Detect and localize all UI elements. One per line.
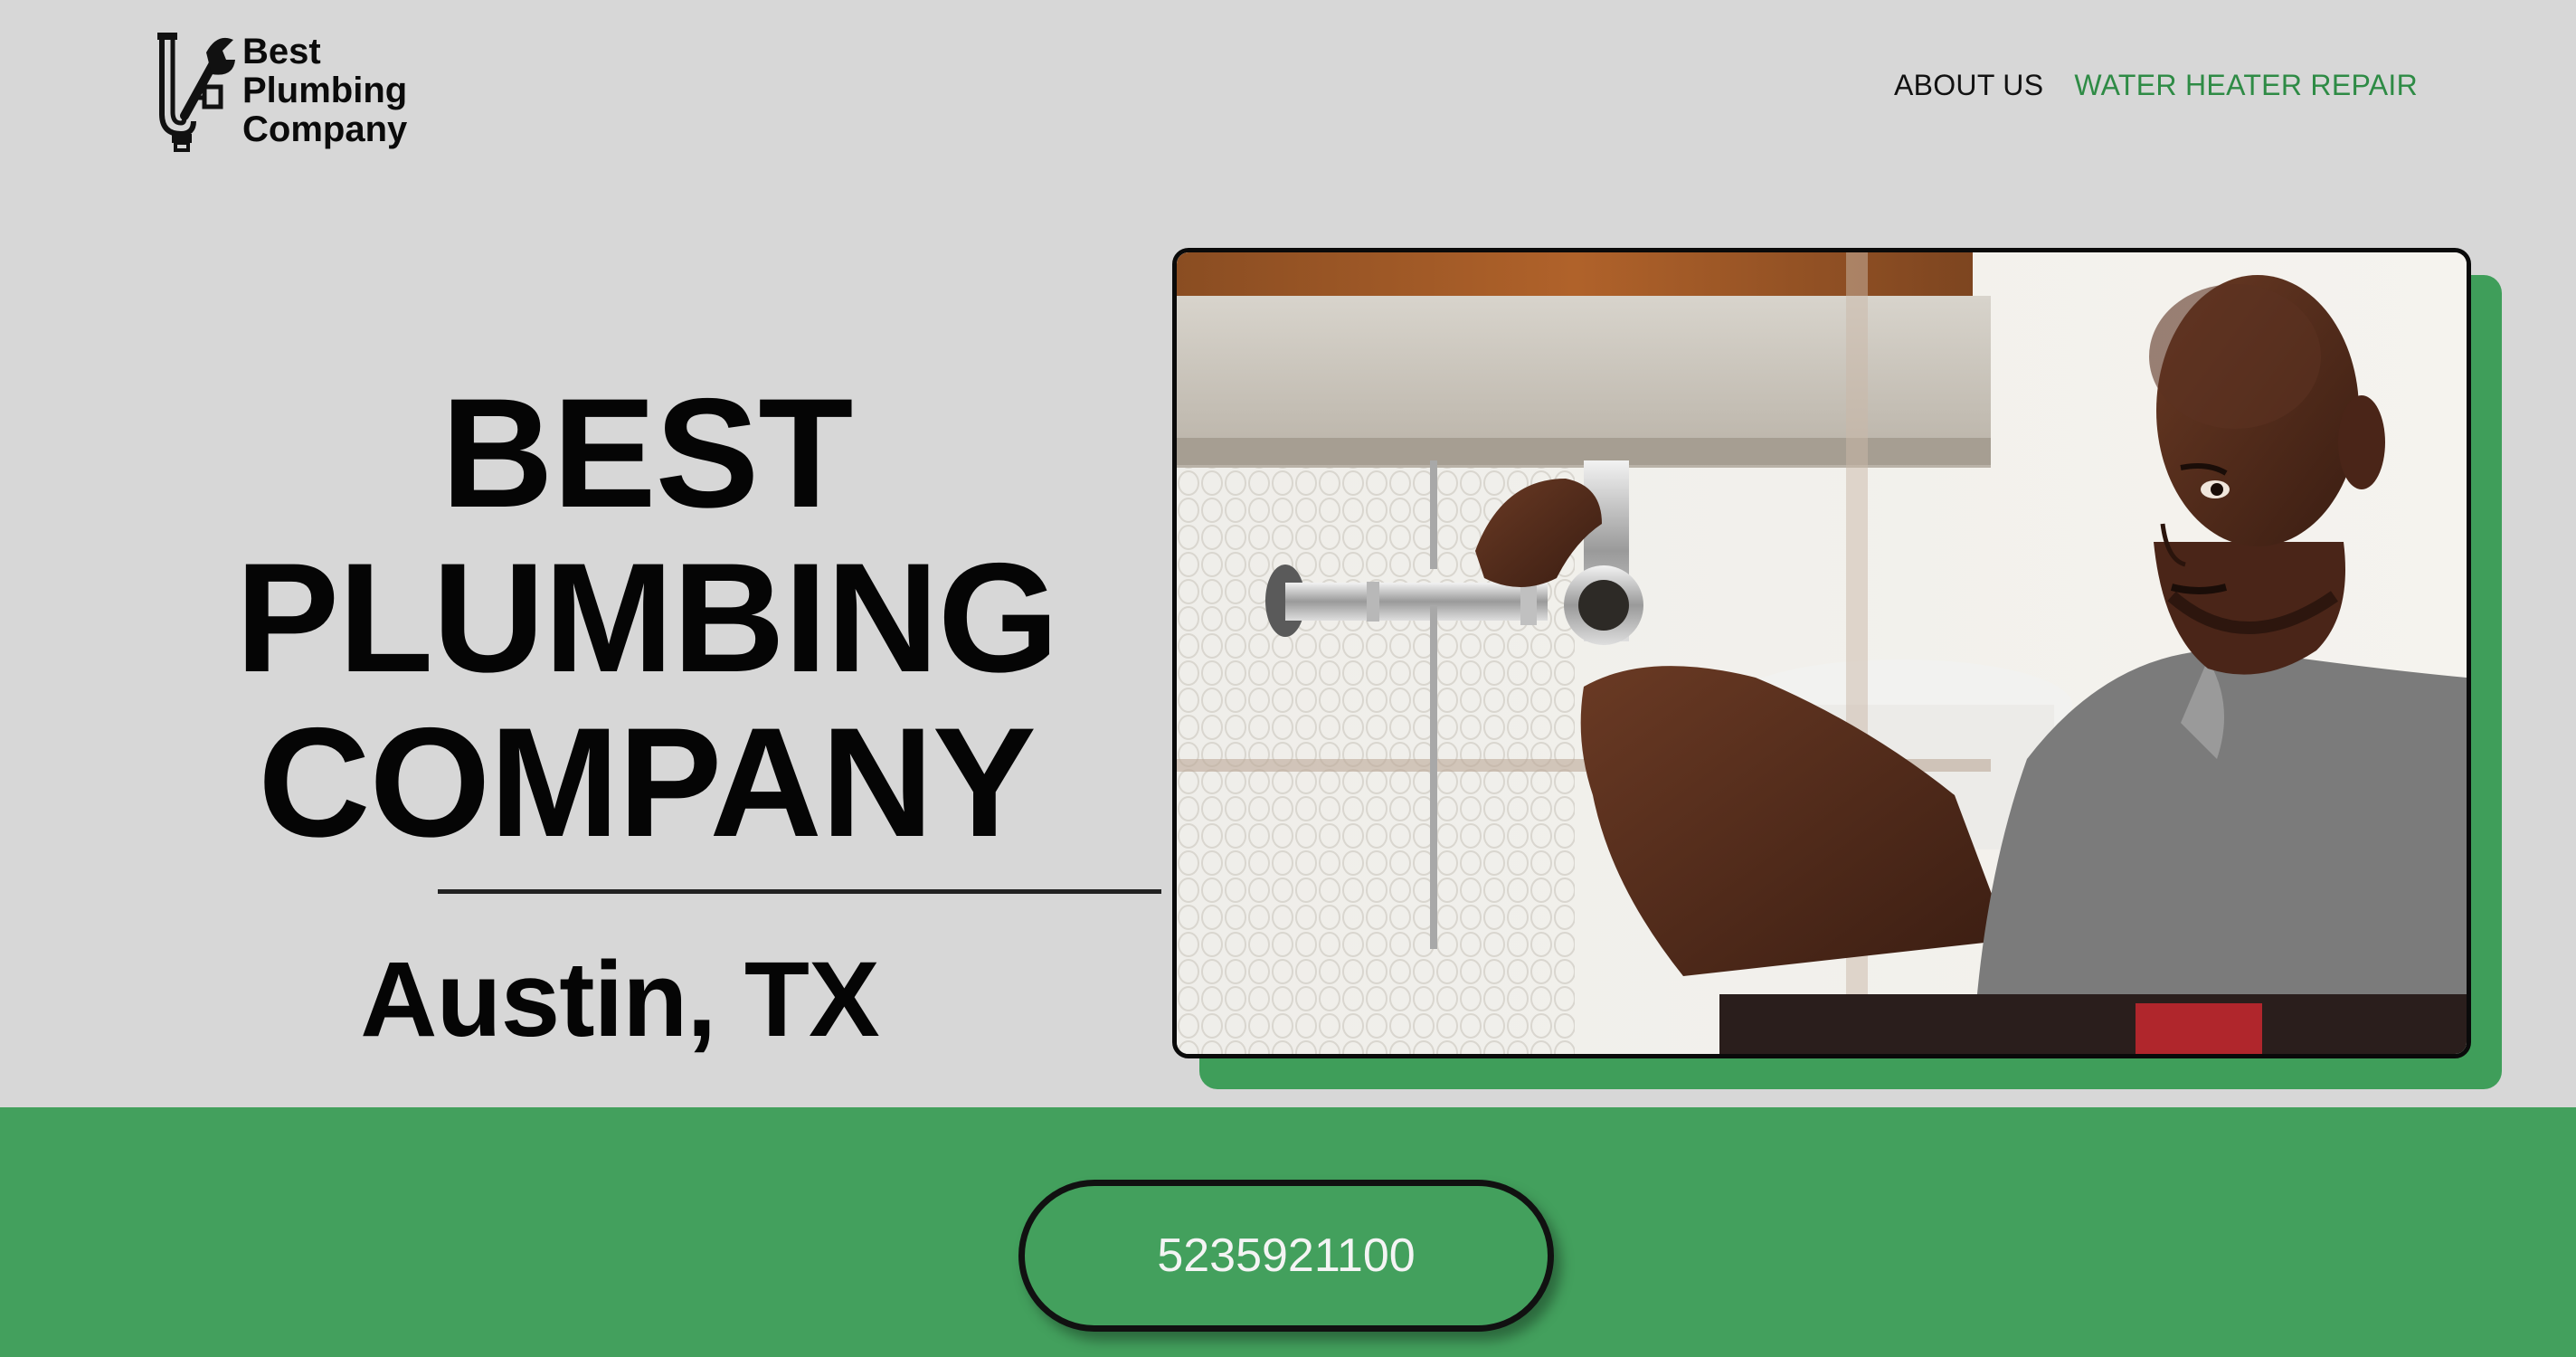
- nav-link-water-heater-repair[interactable]: WATER HEATER REPAIR: [2074, 69, 2418, 102]
- logo-line: Plumbing: [242, 71, 408, 110]
- logo-line: Best: [242, 32, 321, 71]
- hero-title-line: COMPANY: [258, 696, 1036, 869]
- hero-city: Austin, TX: [360, 940, 879, 1059]
- pipe-wrench-logo-icon: [157, 33, 235, 152]
- hero-title-line: PLUMBING: [235, 531, 1058, 705]
- hero-divider: [438, 889, 1161, 894]
- page: Best Plumbing Company ABOUT US WATER HEA…: [0, 0, 2576, 1357]
- call-phone-button[interactable]: 5235921100: [1018, 1180, 1554, 1332]
- main-nav: ABOUT US WATER HEATER REPAIR: [1894, 69, 2418, 102]
- logo-wordmark: Best Plumbing Company: [242, 27, 407, 149]
- logo-line: Company: [242, 109, 408, 149]
- plumber-photo-illustration: [1177, 252, 2467, 1054]
- company-logo[interactable]: Best Plumbing Company: [154, 27, 407, 154]
- nav-link-about-us[interactable]: ABOUT US: [1894, 69, 2043, 102]
- hero-title: BEST PLUMBING COMPANY: [181, 371, 1113, 865]
- hero-photo: [1172, 248, 2471, 1058]
- hero-title-line: BEST: [440, 366, 854, 540]
